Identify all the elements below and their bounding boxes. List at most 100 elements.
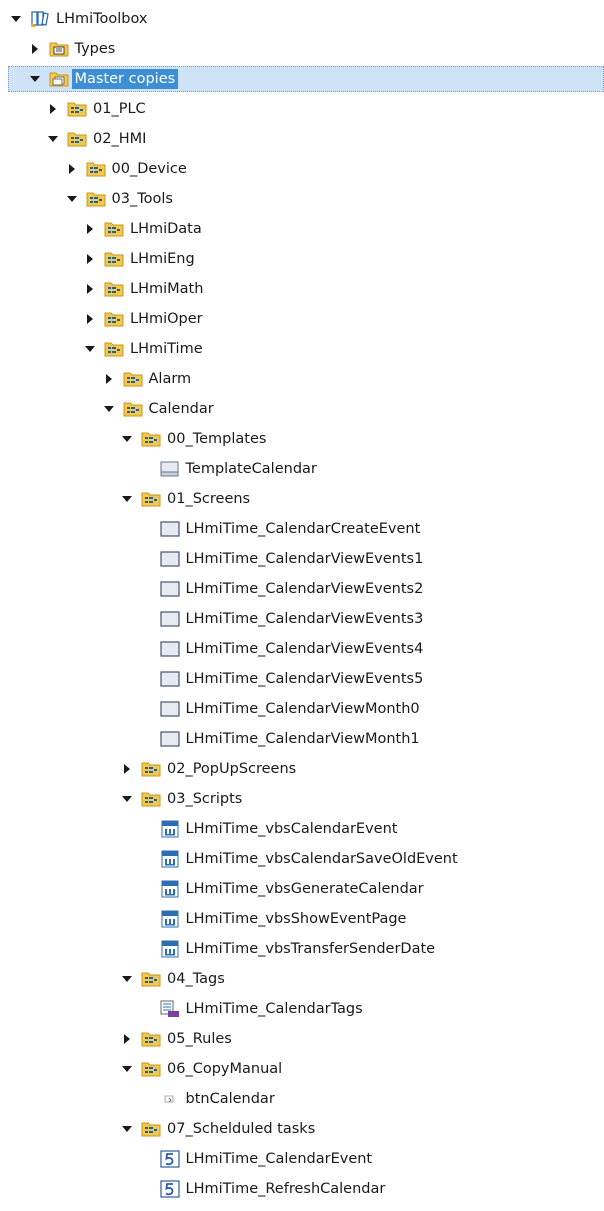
master-copies-folder-icon	[49, 70, 69, 88]
collapse-arrow-right-icon[interactable]	[84, 253, 96, 265]
tag-table-icon	[160, 1000, 180, 1018]
tree-node-02-hmi[interactable]: 02_HMI	[0, 124, 604, 154]
tree-node-lhmitime-vbscalendarevent[interactable]: LHmiTime_vbsCalendarEvent	[0, 814, 604, 844]
expand-arrow-down-icon[interactable]	[121, 433, 133, 445]
group-folder-icon	[86, 190, 106, 208]
screen-icon	[159, 580, 180, 598]
library-icon	[30, 10, 50, 28]
expand-arrow-down-icon[interactable]	[121, 1063, 133, 1075]
expand-arrow-down-icon[interactable]	[121, 793, 133, 805]
tree-node-03-tools[interactable]: 03_Tools	[0, 184, 604, 214]
tree-node-label: LHmiTime_vbsCalendarSaveOldEvent	[185, 851, 458, 867]
tree-node-05-rules[interactable]: 05_Rules	[0, 1024, 604, 1054]
collapse-arrow-right-icon[interactable]	[121, 763, 133, 775]
tree-node-label: btnCalendar	[185, 1091, 275, 1107]
collapse-arrow-right-icon[interactable]	[47, 103, 59, 115]
tree-node-label: 00_Templates	[167, 431, 267, 447]
tree-node-lhmidata[interactable]: LHmiData	[0, 214, 604, 244]
vbscript-icon	[160, 820, 180, 838]
template-icon	[160, 460, 180, 478]
tree-node-lhmitime-vbstransfersenderdate[interactable]: LHmiTime_vbsTransferSenderDate	[0, 934, 604, 964]
expand-arrow-down-icon[interactable]	[121, 1123, 133, 1135]
tree-node-lhmioper[interactable]: LHmiOper	[0, 304, 604, 334]
expand-arrow-down-icon[interactable]	[47, 133, 59, 145]
tree-node-label: 04_Tags	[167, 971, 225, 987]
scheduled-task-icon	[159, 1150, 180, 1168]
expand-arrow-down-icon[interactable]	[103, 403, 115, 415]
tree-node-label: LHmiTime_CalendarViewEvents1	[185, 551, 424, 567]
tree-node-03-scripts[interactable]: 03_Scripts	[0, 784, 604, 814]
tree-node-06-copymanual[interactable]: 06_CopyManual	[0, 1054, 604, 1084]
tree-node-label: Calendar	[148, 401, 214, 417]
tree-node-lhmitime-calendarviewevents5[interactable]: LHmiTime_CalendarViewEvents5	[0, 664, 604, 694]
group-folder-icon	[123, 400, 143, 418]
tree-node-lhmitime-calendarviewevents1[interactable]: LHmiTime_CalendarViewEvents1	[0, 544, 604, 574]
collapse-arrow-right-icon[interactable]	[121, 1033, 133, 1045]
tree-node-lhmitime-calendarviewmonth1[interactable]: LHmiTime_CalendarViewMonth1	[0, 724, 604, 754]
collapse-arrow-right-icon[interactable]	[84, 223, 96, 235]
tree-node-lhmitime-calendartags[interactable]: LHmiTime_CalendarTags	[0, 994, 604, 1024]
tree-node-label: LHmiOper	[130, 311, 203, 327]
tree-node-label: 03_Scripts	[167, 791, 243, 807]
tree-node-lhmitime-calendarviewmonth0[interactable]: LHmiTime_CalendarViewMonth0	[0, 694, 604, 724]
tree-node-lhmitime-calendarviewevents2[interactable]: LHmiTime_CalendarViewEvents2	[0, 574, 604, 604]
expand-arrow-down-icon[interactable]	[84, 343, 96, 355]
expand-arrow-down-icon[interactable]	[121, 493, 133, 505]
tree-node-04-tags[interactable]: 04_Tags	[0, 964, 604, 994]
tree-node-label: LHmiMath	[130, 281, 204, 297]
tree-node-master-copies[interactable]: Master copies	[0, 64, 604, 94]
tree-node-lhmitime-calendarviewevents3[interactable]: LHmiTime_CalendarViewEvents3	[0, 604, 604, 634]
tree-node-lhmitime-refreshcalendar[interactable]: LHmiTime_RefreshCalendar	[0, 1174, 604, 1204]
tree-node-label: TemplateCalendar	[185, 461, 317, 477]
tree-node-types[interactable]: Types	[0, 34, 604, 64]
tree-node-lhmitime-vbsshoweventpage[interactable]: LHmiTime_vbsShowEventPage	[0, 904, 604, 934]
tree-node-label: 01_PLC	[93, 101, 146, 117]
group-folder-icon	[104, 310, 124, 328]
tree-node-btncalendar[interactable]: btnCalendar	[0, 1084, 604, 1114]
tree-node-label: LHmiTime_CalendarViewMonth1	[185, 731, 420, 747]
tree-node-calendar[interactable]: Calendar	[0, 394, 604, 424]
tree-node-00-device[interactable]: 00_Device	[0, 154, 604, 184]
tree-node-lhmitime-vbsgeneratecalendar[interactable]: LHmiTime_vbsGenerateCalendar	[0, 874, 604, 904]
tree-node-label: LHmiTime_vbsCalendarEvent	[185, 821, 398, 837]
tree-node-lhmitime-calendarevent[interactable]: LHmiTime_CalendarEvent	[0, 1144, 604, 1174]
tree-node-label: LHmiTime_CalendarCreateEvent	[185, 521, 421, 537]
tree-node-templatecalendar[interactable]: TemplateCalendar	[0, 454, 604, 484]
tree-node-lhmitime-calendarviewevents4[interactable]: LHmiTime_CalendarViewEvents4	[0, 634, 604, 664]
tree-node-lhmitime-vbscalendarsaveoldevent[interactable]: LHmiTime_vbsCalendarSaveOldEvent	[0, 844, 604, 874]
tree-node-label: LHmiTime_RefreshCalendar	[185, 1181, 386, 1197]
collapse-arrow-right-icon[interactable]	[84, 313, 96, 325]
tree-node-07-schelduled-tasks[interactable]: 07_Schelduled tasks	[0, 1114, 604, 1144]
tree-node-label: 03_Tools	[111, 191, 173, 207]
vbscript-icon	[160, 910, 180, 928]
group-folder-icon	[141, 760, 161, 778]
collapse-arrow-right-icon[interactable]	[103, 373, 115, 385]
collapse-arrow-right-icon[interactable]	[84, 283, 96, 295]
collapse-arrow-right-icon[interactable]	[66, 163, 78, 175]
tree-node-lhmieng[interactable]: LHmiEng	[0, 244, 604, 274]
tree-node-01-screens[interactable]: 01_Screens	[0, 484, 604, 514]
tree-node-02-popupscreens[interactable]: 02_PopUpScreens	[0, 754, 604, 784]
group-folder-icon	[104, 280, 124, 298]
group-folder-icon	[67, 130, 87, 148]
tree-node-01-plc[interactable]: 01_PLC	[0, 94, 604, 124]
tree-node-lhmitoolbox[interactable]: LHmiToolbox	[0, 4, 604, 34]
tree-node-lhmitime-calendarcreateevent[interactable]: LHmiTime_CalendarCreateEvent	[0, 514, 604, 544]
project-library-tree: LHmiToolbox Types Master copies 01_PLC 0…	[0, 0, 604, 1211]
group-folder-icon	[141, 1030, 161, 1048]
group-folder-icon	[104, 340, 124, 358]
expand-arrow-down-icon[interactable]	[121, 973, 133, 985]
tree-node-00-templates[interactable]: 00_Templates	[0, 424, 604, 454]
expand-arrow-down-icon[interactable]	[66, 193, 78, 205]
tree-node-label: LHmiTime_vbsGenerateCalendar	[185, 881, 424, 897]
tree-node-lhmimath[interactable]: LHmiMath	[0, 274, 604, 304]
group-folder-icon	[86, 160, 106, 178]
tree-node-label: LHmiTime_vbsTransferSenderDate	[185, 941, 436, 957]
tree-node-lhmitime[interactable]: LHmiTime	[0, 334, 604, 364]
collapse-arrow-right-icon[interactable]	[29, 43, 41, 55]
expand-arrow-down-icon[interactable]	[10, 13, 22, 25]
expand-arrow-down-icon[interactable]	[29, 73, 41, 85]
tree-node-alarm[interactable]: Alarm	[0, 364, 604, 394]
tree-node-label: LHmiToolbox	[56, 11, 148, 27]
vbscript-icon	[160, 850, 180, 868]
